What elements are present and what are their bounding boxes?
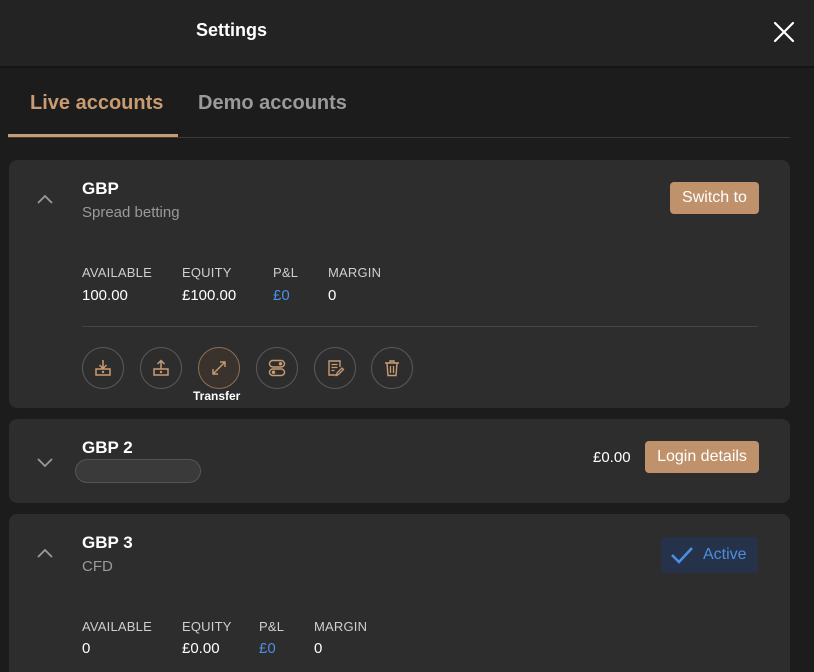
- checkmark-icon: [671, 547, 693, 564]
- toggle-settings-button[interactable]: [256, 347, 298, 389]
- withdraw-button[interactable]: [140, 347, 182, 389]
- account-type: CFD: [82, 558, 113, 575]
- stat-label-pnl: P&L: [273, 265, 299, 280]
- transfer-icon: [212, 361, 226, 375]
- login-details-button[interactable]: Login details: [645, 441, 759, 473]
- edit-document-icon: [328, 360, 345, 377]
- toggle-settings-icon: [268, 359, 286, 377]
- active-status-badge: Active: [661, 537, 758, 573]
- tab-live-accounts[interactable]: Live accounts: [30, 92, 163, 138]
- close-icon: [773, 21, 795, 43]
- account-balance: £0.00: [593, 449, 631, 466]
- deposit-button[interactable]: [82, 347, 124, 389]
- account-card-gbp-2: GBP 2 £0.00 Login details: [9, 419, 790, 503]
- trash-icon: [385, 360, 399, 377]
- transfer-button[interactable]: [198, 347, 240, 389]
- withdraw-icon: [153, 359, 169, 376]
- account-tabs: Live accounts Demo accounts: [8, 80, 790, 138]
- stat-value-available: 100.00: [82, 287, 128, 304]
- stat-label-available: AVAILABLE: [82, 265, 152, 280]
- account-card-gbp: GBP Spread betting Switch to AVAILABLE 1…: [9, 160, 790, 408]
- stat-label-pnl: P&L: [259, 619, 285, 634]
- transfer-tooltip: Transfer: [193, 389, 241, 403]
- stat-label-equity: EQUITY: [182, 619, 232, 634]
- stat-value-margin: 0: [328, 287, 337, 304]
- account-type: Spread betting: [82, 204, 180, 221]
- switch-to-button[interactable]: Switch to: [670, 182, 759, 214]
- stat-label-equity: EQUITY: [182, 265, 232, 280]
- stat-value-pnl: £0: [259, 640, 276, 657]
- deposit-icon: [95, 360, 111, 376]
- page-title: Settings: [196, 20, 268, 40]
- stat-value-equity: £100.00: [182, 287, 237, 304]
- stat-label-margin: MARGIN: [314, 619, 368, 634]
- settings-header: Settings: [0, 0, 814, 68]
- stat-label-available: AVAILABLE: [82, 619, 152, 634]
- edit-document-button[interactable]: [314, 347, 356, 389]
- chevron-up-icon: [37, 194, 53, 204]
- active-tab-indicator: [8, 134, 178, 137]
- collapse-button[interactable]: [35, 544, 55, 564]
- expand-button[interactable]: [35, 452, 55, 472]
- active-status-label: Active: [703, 546, 747, 563]
- chevron-up-icon: [37, 548, 53, 558]
- delete-account-button[interactable]: [371, 347, 413, 389]
- account-id-placeholder: [75, 459, 201, 483]
- stat-label-margin: MARGIN: [328, 265, 382, 280]
- stat-value-available: 0: [82, 640, 91, 657]
- card-divider: [82, 326, 758, 327]
- chevron-down-icon: [37, 458, 53, 468]
- collapse-button[interactable]: [35, 190, 55, 210]
- stat-value-equity: £0.00: [182, 640, 220, 657]
- tab-demo-accounts[interactable]: Demo accounts: [198, 92, 347, 138]
- stat-value-pnl: £0: [273, 287, 290, 304]
- account-card-gbp-3: GBP 3 CFD Active AVAILABLE 0 EQUITY £0.0…: [9, 514, 790, 672]
- account-name: GBP 3: [82, 533, 133, 552]
- account-name: GBP 2: [82, 438, 133, 457]
- stat-value-margin: 0: [314, 640, 323, 657]
- close-button[interactable]: [772, 20, 796, 44]
- account-name: GBP: [82, 179, 119, 198]
